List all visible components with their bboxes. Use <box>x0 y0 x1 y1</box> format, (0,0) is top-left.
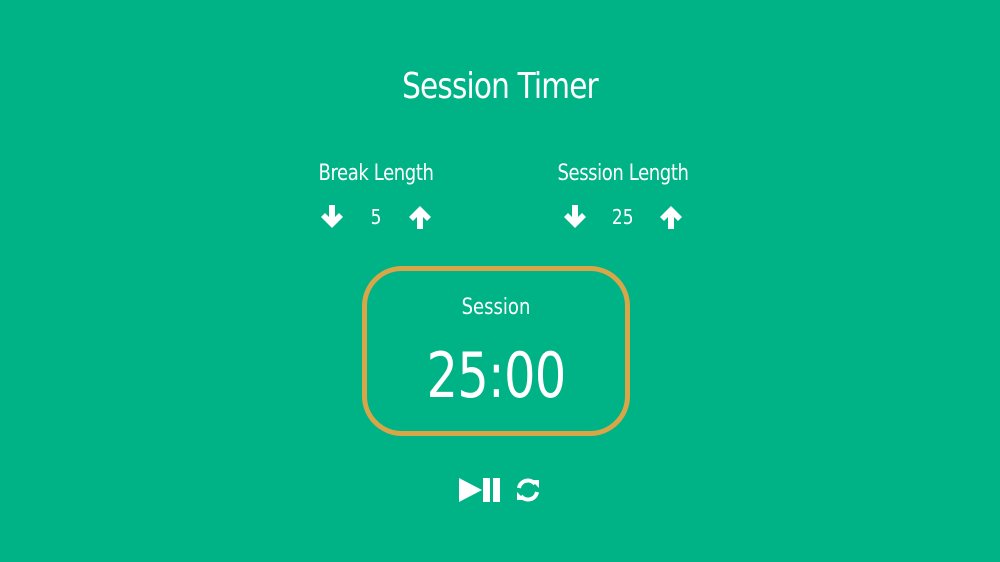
session-length-value: 25 <box>612 205 634 229</box>
timer-display: Session 25:00 <box>362 266 630 436</box>
arrow-up-icon <box>409 206 431 229</box>
session-increment-button[interactable] <box>658 204 684 230</box>
break-length-value: 5 <box>370 205 382 229</box>
break-length-control: Break Length 5 <box>276 158 476 230</box>
session-length-control: Session Length 25 <box>523 158 723 230</box>
timer-actions <box>0 476 1000 504</box>
session-length-controls: 25 <box>523 204 723 230</box>
arrow-up-icon <box>659 206 682 229</box>
break-length-label: Break Length <box>318 161 434 186</box>
break-length-controls: 5 <box>276 204 476 230</box>
page-title: Session Timer <box>402 66 599 107</box>
timer-label: Session <box>461 295 531 320</box>
timer-time: 25:00 <box>426 339 567 412</box>
arrow-down-icon <box>321 205 343 228</box>
session-decrement-button[interactable] <box>562 204 588 230</box>
arrow-down-icon <box>564 205 587 228</box>
reset-button[interactable] <box>514 476 542 504</box>
break-decrement-button[interactable] <box>319 204 345 230</box>
session-length-label: Session Length <box>557 161 689 186</box>
break-increment-button[interactable] <box>407 204 433 230</box>
refresh-icon <box>517 478 539 502</box>
play-pause-button[interactable] <box>458 476 504 504</box>
play-pause-icon <box>459 478 500 502</box>
